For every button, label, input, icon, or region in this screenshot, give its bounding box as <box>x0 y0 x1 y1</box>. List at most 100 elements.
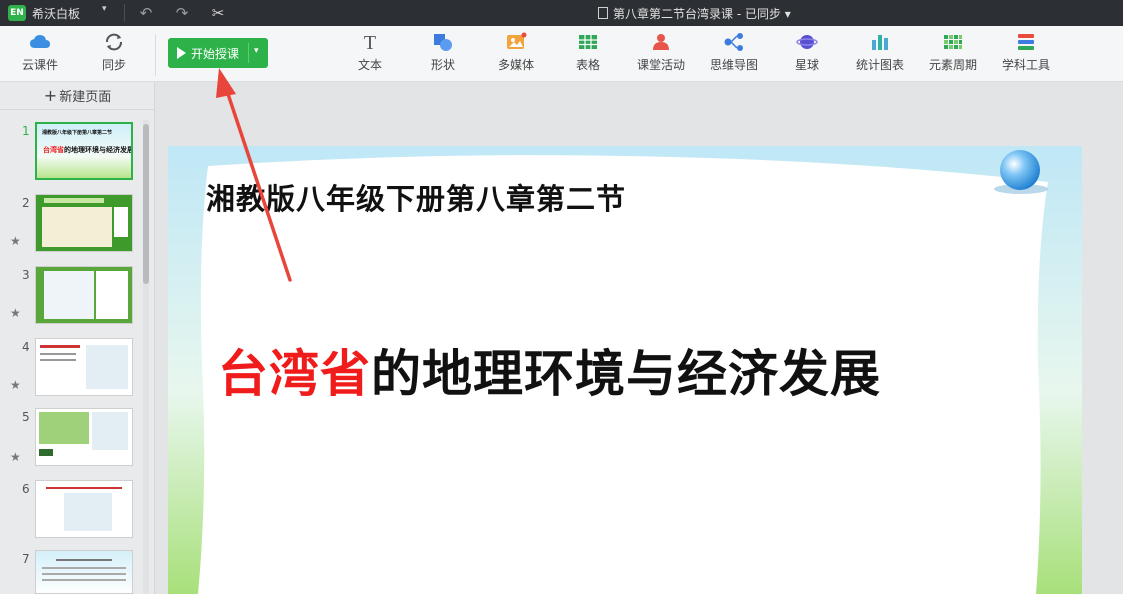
class-activity-tool-button[interactable]: 课堂活动 <box>631 32 691 73</box>
play-icon <box>177 47 186 59</box>
slide-title-black: 的地理环境与经济发展 <box>371 345 881 403</box>
thumb-line <box>46 487 122 489</box>
document-icon <box>598 7 608 19</box>
thumb-line <box>40 353 76 355</box>
page-number: 3 <box>22 268 30 282</box>
multimedia-tool-label: 多媒体 <box>497 58 534 72</box>
globe-icon <box>1000 150 1040 190</box>
shape-tool-label: 形状 <box>430 58 455 72</box>
page-sidebar: + 新建页面 1 湘教版八年级下册第八章第二节 台湾省的地理环境与经济发展 2 ★… <box>0 82 155 594</box>
table-icon <box>579 35 597 49</box>
page-thumbnail-3[interactable] <box>35 266 133 324</box>
class-activity-icon <box>653 34 669 50</box>
thumb-subtitle: 湘教版八年级下册第八章第二节 <box>42 130 113 136</box>
thumb-tag <box>39 449 53 456</box>
start-teaching-caret-icon[interactable]: ▾ <box>254 46 259 56</box>
mind-map-icon <box>724 33 743 51</box>
thumb-title: 台湾省的地理环境与经济发展 <box>43 145 133 155</box>
text-tool-label: 文本 <box>357 58 382 72</box>
titlebar-divider <box>124 4 125 22</box>
class-activity-tool-label: 课堂活动 <box>636 58 685 72</box>
plus-icon: + <box>43 86 58 105</box>
multimedia-tool-button[interactable]: 多媒体 <box>486 32 546 73</box>
mind-map-tool-button[interactable]: 思维导图 <box>704 32 764 73</box>
page-number: 6 <box>22 482 30 496</box>
thumb-map <box>92 412 128 450</box>
document-title-text: 第八章第二节台湾录课 - 已同步 ▾ <box>613 7 791 21</box>
sidebar-scrollbar[interactable] <box>143 124 149 284</box>
page-thumbnail-7[interactable] <box>35 550 133 594</box>
periodic-table-icon <box>944 35 962 49</box>
sync-icon <box>106 33 122 51</box>
cloud-courseware-button[interactable]: 云课件 <box>10 32 70 73</box>
thumb-map <box>86 345 128 389</box>
planet-tool-label: 星球 <box>794 58 819 72</box>
thumb-map <box>64 493 112 531</box>
star-icon[interactable]: ★ <box>10 234 21 248</box>
slide-canvas[interactable]: 湘教版八年级下册第八章第二节 台湾省的地理环境与经济发展 <box>168 146 1082 594</box>
thumb-map <box>42 207 112 247</box>
thumb-line <box>56 559 112 561</box>
page-number: 5 <box>22 410 30 424</box>
thumb-line <box>42 579 126 581</box>
redo-icon[interactable]: ↷ <box>172 3 192 23</box>
table-tool-button[interactable]: 表格 <box>558 32 618 73</box>
chart-tool-button[interactable]: 统计图表 <box>850 32 910 73</box>
thumb-title-black: 的地理环境与经济发展 <box>64 146 133 154</box>
slide-title[interactable]: 台湾省的地理环境与经济发展 <box>218 334 881 406</box>
slide-subtitle[interactable]: 湘教版八年级下册第八章第二节 <box>206 176 626 218</box>
thumb-heading <box>44 198 104 203</box>
new-page-label: 新建页面 <box>59 90 112 105</box>
planet-tool-button[interactable]: 星球 <box>777 32 837 73</box>
toolbar-divider <box>155 34 156 76</box>
svg-text:T: T <box>364 32 376 52</box>
chart-tool-label: 统计图表 <box>855 58 904 72</box>
thumb-line <box>40 345 80 348</box>
periodic-table-tool-button[interactable]: 元素周期 <box>923 32 983 73</box>
bar-chart-icon <box>872 35 888 50</box>
thumb-text-block <box>39 412 89 444</box>
multimedia-icon <box>507 32 527 49</box>
shape-tool-button[interactable]: 形状 <box>413 32 473 73</box>
subject-tools-icon <box>1018 34 1034 50</box>
periodic-table-tool-label: 元素周期 <box>928 58 977 72</box>
page-number: 2 <box>22 196 30 210</box>
page-thumbnail-5[interactable] <box>35 408 133 466</box>
cloud-icon <box>30 35 50 48</box>
scissors-icon[interactable]: ✂ <box>208 3 228 23</box>
star-icon[interactable]: ★ <box>10 450 21 464</box>
table-tool-label: 表格 <box>575 58 600 72</box>
app-logo-icon: EN <box>8 5 26 21</box>
cloud-courseware-label: 云课件 <box>21 58 58 72</box>
star-icon[interactable]: ★ <box>10 306 21 320</box>
new-page-button[interactable]: + 新建页面 <box>0 82 155 110</box>
document-title[interactable]: 第八章第二节台湾录课 - 已同步 ▾ <box>598 5 791 22</box>
start-teaching-split <box>248 43 249 63</box>
page-number: 7 <box>22 552 30 566</box>
thumb-panel <box>114 207 128 237</box>
page-thumbnail-4[interactable] <box>35 338 133 396</box>
main-toolbar: 云课件 同步 开始授课 ▾ T 文本 形状 多媒体 表格 课堂活动 思维导图 星… <box>0 26 1123 82</box>
sync-button[interactable]: 同步 <box>84 32 144 73</box>
app-name[interactable]: 希沃白板 <box>32 5 80 22</box>
title-bar: EN 希沃白板 ▾ ↶ ↷ ✂ 第八章第二节台湾录课 - 已同步 ▾ <box>0 0 1123 26</box>
thumb-line <box>42 567 126 569</box>
planet-icon <box>796 35 818 49</box>
thumb-title-red: 台湾省 <box>43 146 64 154</box>
sync-label: 同步 <box>101 58 126 72</box>
text-icon: T <box>364 32 376 52</box>
app-menu-caret-icon[interactable]: ▾ <box>102 4 114 14</box>
star-icon[interactable]: ★ <box>10 378 21 392</box>
page-thumbnail-1[interactable]: 湘教版八年级下册第八章第二节 台湾省的地理环境与经济发展 <box>35 122 133 180</box>
slide-title-red: 台湾省 <box>218 345 371 403</box>
thumb-line <box>40 359 76 361</box>
shape-icon <box>434 34 452 51</box>
thumb-map <box>44 271 94 319</box>
text-tool-button[interactable]: T 文本 <box>340 32 400 73</box>
undo-icon[interactable]: ↶ <box>136 3 156 23</box>
subject-tools-label: 学科工具 <box>1001 58 1050 72</box>
subject-tools-button[interactable]: 学科工具 <box>996 32 1056 73</box>
page-thumbnail-2[interactable] <box>35 194 133 252</box>
page-thumbnail-6[interactable] <box>35 480 133 538</box>
start-teaching-button[interactable]: 开始授课 ▾ <box>168 38 268 68</box>
